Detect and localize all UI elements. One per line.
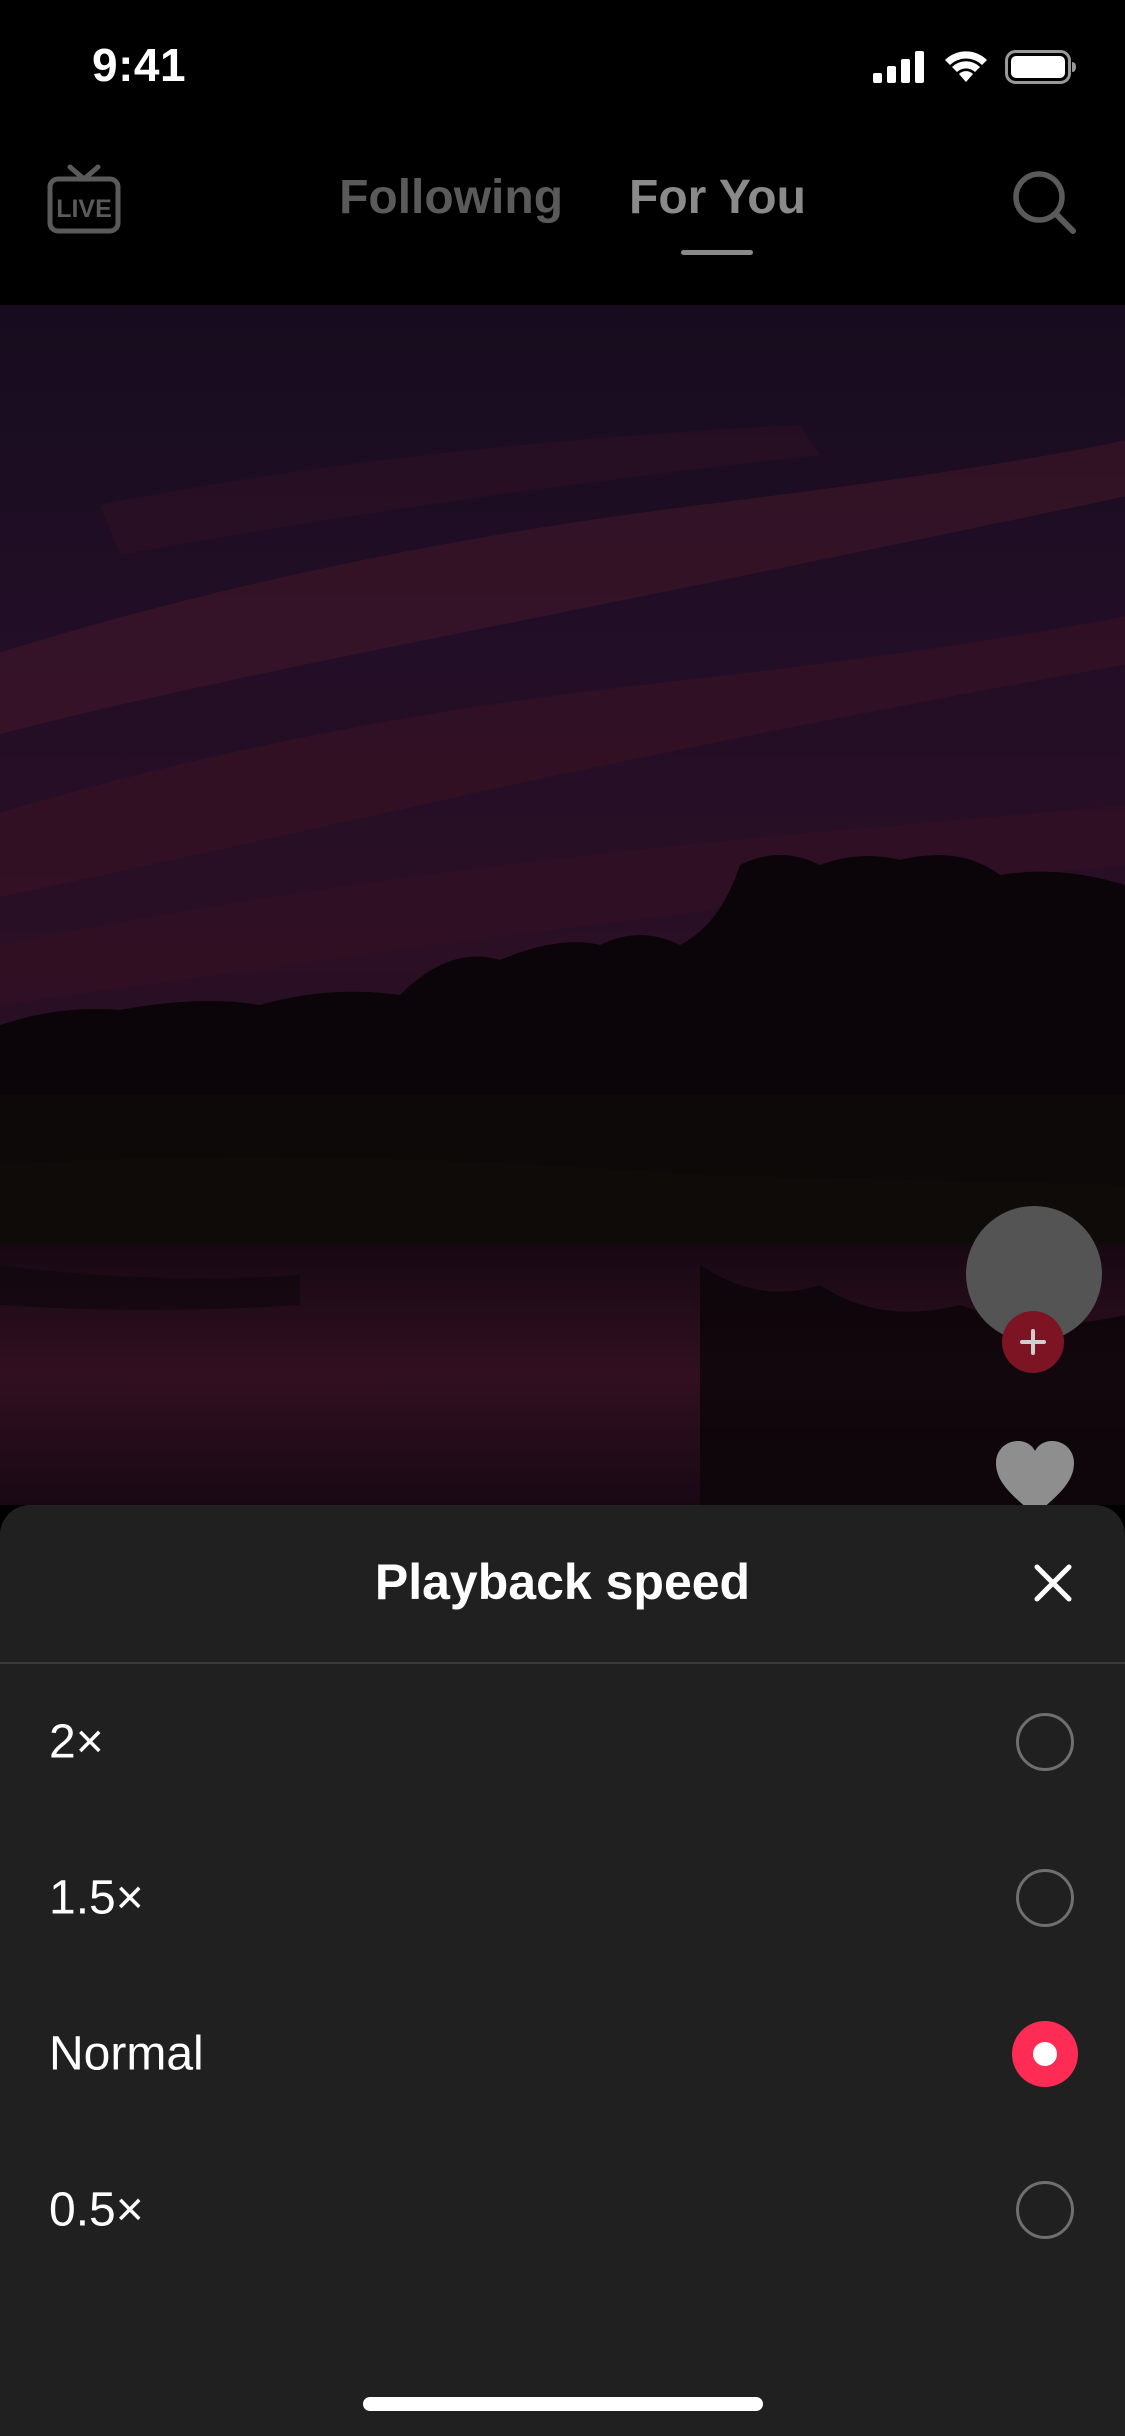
speed-option-normal[interactable]: Normal xyxy=(0,1976,1125,2132)
radio-button[interactable] xyxy=(1016,2181,1074,2239)
wifi-icon xyxy=(945,51,987,82)
video-player[interactable] xyxy=(0,305,1125,1505)
plus-icon xyxy=(1020,1329,1046,1355)
top-navigation: LIVE Following For You xyxy=(0,135,1125,305)
status-icons xyxy=(873,50,1077,84)
heart-icon[interactable] xyxy=(994,1439,1076,1505)
cellular-signal-icon xyxy=(873,51,924,83)
speed-option-label: Normal xyxy=(49,2027,204,2081)
speed-option-label: 1.5× xyxy=(49,1871,144,1925)
tab-for-you[interactable]: For You xyxy=(629,170,806,225)
speed-option-0-5x[interactable]: 0.5× xyxy=(0,2132,1125,2288)
speed-option-label: 0.5× xyxy=(49,2183,144,2237)
playback-speed-sheet: Playback speed 2× 1.5× Normal 0.5× xyxy=(0,1505,1125,2436)
tab-following[interactable]: Following xyxy=(339,170,563,225)
speed-option-2x[interactable]: 2× xyxy=(0,1664,1125,1820)
battery-icon xyxy=(1005,50,1076,84)
radio-button[interactable] xyxy=(1016,1869,1074,1927)
speed-option-label: 2× xyxy=(49,1715,104,1769)
sheet-header: Playback speed xyxy=(0,1505,1125,1664)
radio-button[interactable] xyxy=(1016,1713,1074,1771)
home-indicator[interactable] xyxy=(363,2397,763,2411)
feed-tabs: Following For You xyxy=(0,170,1125,225)
sheet-title: Playback speed xyxy=(374,1554,751,1610)
radio-button-selected[interactable] xyxy=(1012,2021,1078,2087)
speed-option-1-5x[interactable]: 1.5× xyxy=(0,1820,1125,1976)
video-dim-overlay xyxy=(0,305,1125,1505)
status-bar: 9:41 xyxy=(0,0,1125,135)
follow-button[interactable] xyxy=(1002,1311,1064,1373)
search-icon[interactable] xyxy=(1009,167,1079,237)
close-icon xyxy=(1034,1564,1072,1602)
close-button[interactable] xyxy=(1027,1557,1079,1609)
status-time: 9:41 xyxy=(92,39,187,91)
